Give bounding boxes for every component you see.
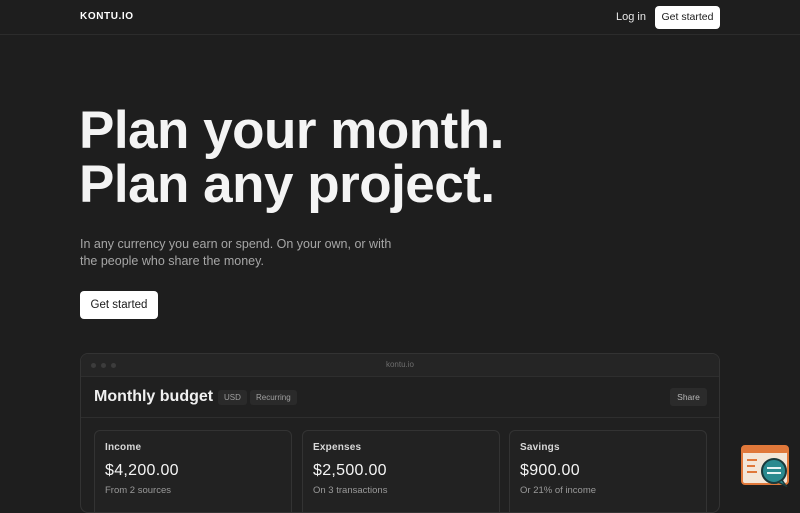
budget-title: Monthly budget <box>94 388 214 405</box>
get-started-hero-button[interactable]: Get started <box>80 291 158 319</box>
hero-title: Plan your month. Plan any project. <box>79 104 504 212</box>
card-note: On 3 transactions <box>313 485 388 496</box>
hero-subtitle: In any currency you earn or spend. On yo… <box>80 237 392 268</box>
card-label: Expenses <box>313 442 362 453</box>
expenses-card: Expenses $2,500.00 On 3 transactions <box>302 430 500 512</box>
card-value: $4,200.00 <box>105 462 179 479</box>
card-note: From 2 sources <box>105 485 171 496</box>
divider <box>81 417 719 418</box>
card-note: Or 21% of income <box>520 485 597 496</box>
get-started-nav-button[interactable]: Get started <box>655 6 720 29</box>
currency-badge: USD <box>218 390 247 405</box>
card-value: $2,500.00 <box>313 462 387 479</box>
card-label: Income <box>105 442 142 453</box>
card-value: $900.00 <box>520 462 580 479</box>
top-nav: KONTU.IO Log in Get started <box>0 0 800 35</box>
savings-card: Savings $900.00 Or 21% of income <box>509 430 707 512</box>
brand-logo[interactable]: KONTU.IO <box>80 11 134 22</box>
income-card: Income $4,200.00 From 2 sources <box>94 430 292 512</box>
login-link[interactable]: Log in <box>616 11 646 23</box>
chat-bubble-icon[interactable] <box>741 445 790 488</box>
hero-title-line-2: Plan any project. <box>79 155 495 214</box>
share-button[interactable]: Share <box>670 388 707 406</box>
app-preview-window: kontu.io Monthly budget USD Recurring Sh… <box>80 353 720 513</box>
window-url: kontu.io <box>385 360 415 369</box>
recurring-badge: Recurring <box>250 390 297 405</box>
window-titlebar: kontu.io <box>81 354 719 377</box>
card-label: Savings <box>520 442 560 453</box>
hero-title-line-1: Plan your month. <box>79 101 504 160</box>
